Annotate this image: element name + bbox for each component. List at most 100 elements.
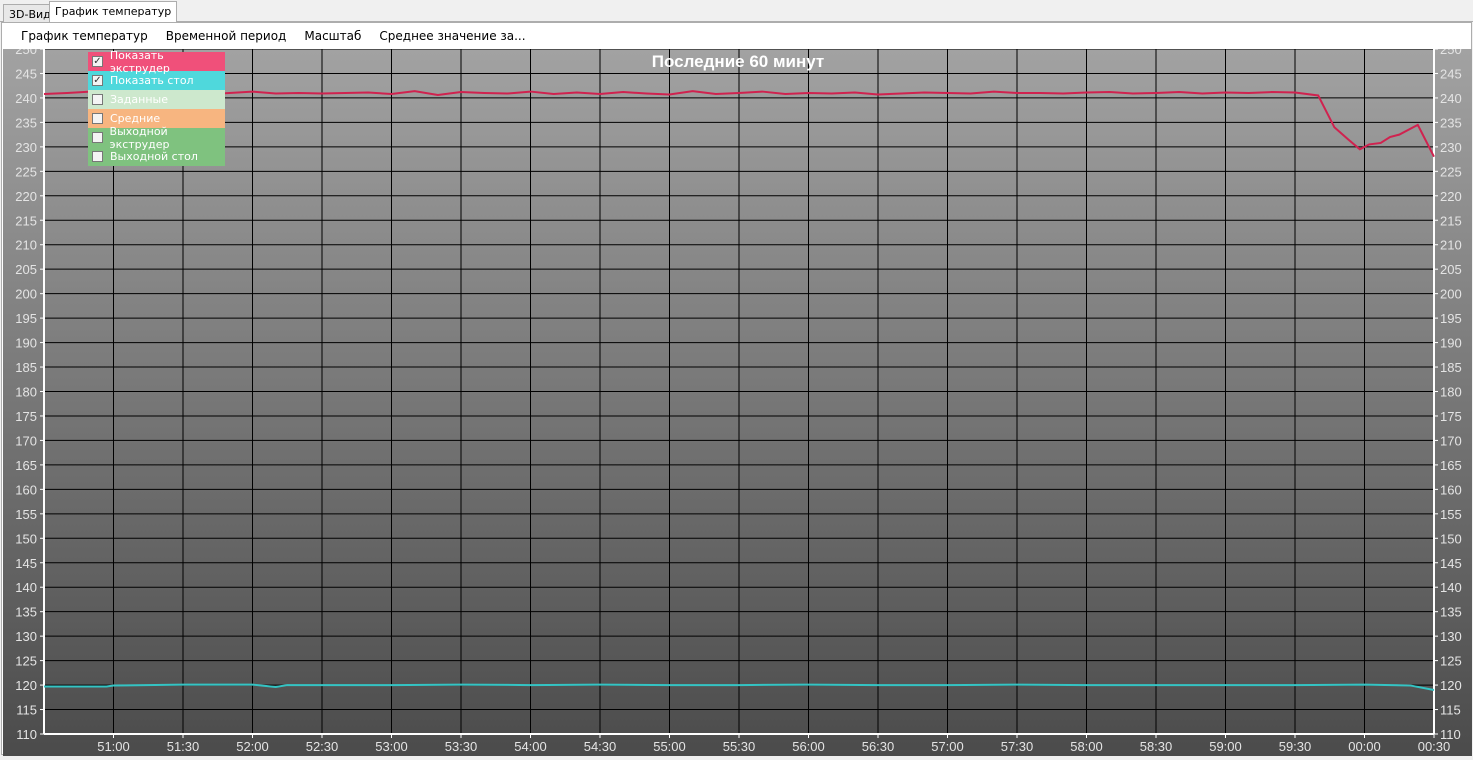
y-tick-label-left: 110 — [16, 727, 37, 742]
legend-item[interactable]: Выходной экструдер — [88, 125, 225, 151]
checkbox[interactable]: ✓ — [92, 56, 103, 67]
y-tick-label-right: 250 — [1440, 49, 1462, 57]
y-tick-label-left: 205 — [15, 262, 37, 277]
y-tick-label-left: 160 — [15, 482, 37, 497]
checkbox[interactable]: ✓ — [92, 75, 103, 86]
y-tick-label-right: 120 — [1440, 678, 1462, 693]
legend-label: Выходной экструдер — [109, 124, 170, 151]
y-tick-label-left: 230 — [15, 140, 37, 155]
y-tick-label-right: 185 — [1440, 360, 1462, 375]
x-tick-label: 53:00 — [375, 739, 408, 754]
y-tick-label-left: 155 — [15, 507, 37, 522]
x-tick-label: 54:30 — [584, 739, 617, 754]
y-tick-label-left: 210 — [15, 238, 37, 253]
x-tick-label: 55:00 — [653, 739, 686, 754]
y-tick-label-left: 135 — [15, 605, 37, 620]
x-tick-label: 57:00 — [931, 739, 964, 754]
y-tick-label-left: 185 — [15, 360, 37, 375]
y-tick-label-right: 160 — [1440, 482, 1462, 497]
y-tick-label-left: 225 — [15, 164, 37, 179]
tab-strip: 3D-Вид График температур — [0, 0, 1473, 23]
x-tick-label: 59:30 — [1279, 739, 1312, 754]
legend-label: Заданные — [110, 93, 168, 106]
x-tick-label: 00:00 — [1348, 739, 1381, 754]
x-tick-label: 57:30 — [1001, 739, 1034, 754]
menu-time-period[interactable]: Временной период — [166, 29, 287, 43]
y-tick-label-right: 205 — [1440, 262, 1462, 277]
y-tick-label-left: 190 — [15, 336, 37, 351]
y-tick-label-left: 245 — [15, 66, 37, 81]
y-tick-label-left: 165 — [15, 458, 37, 473]
checkbox[interactable] — [92, 132, 103, 143]
y-tick-label-right: 240 — [1440, 91, 1462, 106]
legend-label: Выходной стол — [110, 150, 198, 163]
y-tick-label-left: 200 — [15, 287, 37, 302]
y-tick-label-right: 225 — [1440, 164, 1462, 179]
y-tick-label-right: 245 — [1440, 66, 1462, 81]
legend-item[interactable]: ✓ Показать экструдер — [88, 49, 225, 75]
x-tick-label: 56:00 — [792, 739, 825, 754]
y-tick-label-left: 250 — [15, 49, 37, 57]
y-tick-label-left: 215 — [15, 213, 37, 228]
y-tick-label-left: 175 — [15, 409, 37, 424]
x-tick-label: 53:30 — [445, 739, 478, 754]
y-tick-label-left: 145 — [15, 556, 37, 571]
y-tick-label-right: 170 — [1440, 433, 1462, 448]
y-tick-label-right: 125 — [1440, 654, 1462, 669]
y-tick-label-left: 195 — [15, 311, 37, 326]
y-tick-label-right: 200 — [1440, 287, 1462, 302]
menu-average[interactable]: Среднее значение за... — [379, 29, 525, 43]
y-tick-label-left: 140 — [15, 580, 37, 595]
x-tick-label: 54:00 — [514, 739, 547, 754]
x-tick-label: 52:30 — [306, 739, 339, 754]
y-tick-label-left: 235 — [15, 115, 37, 130]
y-tick-label-right: 140 — [1440, 580, 1462, 595]
y-tick-label-right: 195 — [1440, 311, 1462, 326]
x-tick-label: 56:30 — [862, 739, 895, 754]
y-tick-label-right: 210 — [1440, 238, 1462, 253]
y-tick-label-left: 220 — [15, 189, 37, 204]
x-tick-label: 59:00 — [1209, 739, 1242, 754]
y-tick-label-left: 115 — [16, 703, 37, 718]
y-tick-label-right: 220 — [1440, 189, 1462, 204]
y-tick-label-left: 130 — [15, 629, 37, 644]
y-tick-label-right: 215 — [1440, 213, 1462, 228]
legend-label: Показать экструдер — [109, 48, 170, 75]
y-tick-label-right: 165 — [1440, 458, 1462, 473]
menu-temperature-chart[interactable]: График температур — [21, 29, 148, 43]
legend-item[interactable]: Заданные — [88, 90, 225, 109]
legend-label: Средние — [110, 112, 161, 125]
y-tick-label-right: 190 — [1440, 336, 1462, 351]
checkbox[interactable] — [92, 151, 103, 162]
tab-temperature-chart[interactable]: График температур — [49, 1, 178, 23]
y-tick-label-right: 235 — [1440, 115, 1462, 130]
chart-title: Последние 60 минут — [652, 52, 824, 71]
y-tick-label-right: 145 — [1440, 556, 1462, 571]
legend: ✓ Показать экструдер ✓ Показать стол Заданны… — [88, 49, 225, 166]
checkbox[interactable] — [92, 94, 103, 105]
checkbox[interactable] — [92, 113, 103, 124]
y-tick-label-left: 125 — [15, 654, 37, 669]
y-tick-label-right: 155 — [1440, 507, 1462, 522]
x-tick-label: 51:30 — [167, 739, 200, 754]
y-tick-label-right: 230 — [1440, 140, 1462, 155]
y-tick-label-right: 135 — [1440, 605, 1462, 620]
menu-scale[interactable]: Масштаб — [304, 29, 361, 43]
menu-bar: График температур Временной период Масшт… — [2, 23, 1471, 49]
x-tick-label: 52:00 — [236, 739, 269, 754]
y-tick-label-right: 180 — [1440, 385, 1462, 400]
y-tick-label-left: 180 — [15, 385, 37, 400]
x-tick-label: 00:30 — [1418, 739, 1451, 754]
y-tick-label-right: 130 — [1440, 629, 1462, 644]
x-tick-label: 58:00 — [1070, 739, 1103, 754]
y-tick-label-left: 120 — [15, 678, 37, 693]
y-tick-label-right: 175 — [1440, 409, 1462, 424]
y-tick-label-left: 170 — [15, 433, 37, 448]
x-tick-label: 55:30 — [723, 739, 756, 754]
y-tick-label-right: 150 — [1440, 531, 1462, 546]
y-tick-label-right: 115 — [1440, 703, 1461, 718]
legend-label: Показать стол — [110, 74, 194, 87]
y-tick-label-left: 150 — [15, 531, 37, 546]
x-tick-label: 58:30 — [1140, 739, 1173, 754]
y-tick-label-left: 240 — [15, 91, 37, 106]
